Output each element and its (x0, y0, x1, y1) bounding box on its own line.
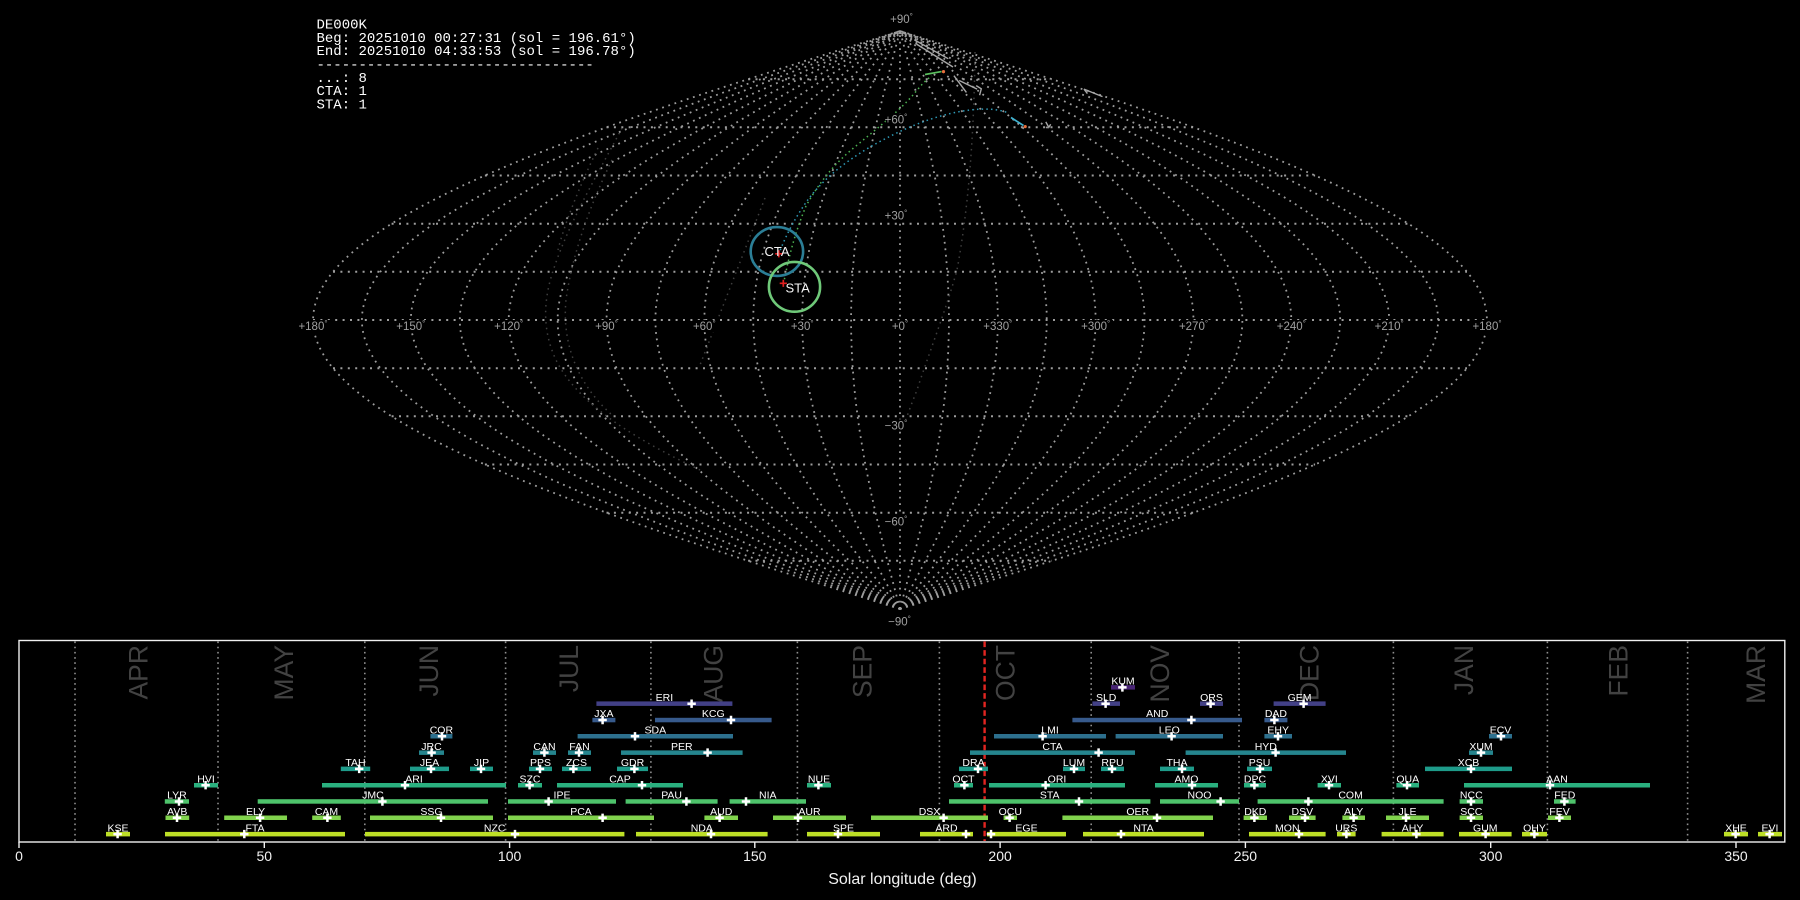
svg-text:TAH: TAH (345, 757, 365, 769)
svg-text:IPE: IPE (554, 790, 571, 802)
svg-text:150: 150 (743, 848, 767, 864)
svg-text:+270°: +270° (1179, 319, 1208, 333)
svg-text:NOO: NOO (1188, 790, 1212, 802)
svg-text:250: 250 (1234, 848, 1258, 864)
svg-text:JAN: JAN (1449, 645, 1479, 695)
svg-text:ZCS: ZCS (566, 757, 587, 769)
svg-text:FEB: FEB (1604, 645, 1634, 697)
svg-text:PCA: PCA (570, 806, 592, 818)
svg-text:+180°: +180° (298, 319, 327, 333)
svg-text:JUL: JUL (554, 645, 584, 692)
svg-text:ARD: ARD (935, 822, 958, 834)
svg-text:+210°: +210° (1375, 319, 1404, 333)
svg-text:MAR: MAR (1741, 645, 1771, 704)
svg-text:ARI: ARI (405, 773, 423, 785)
svg-text:200: 200 (988, 848, 1012, 864)
svg-text:GEM: GEM (1288, 692, 1312, 704)
svg-text:JXA: JXA (594, 708, 613, 720)
svg-text:MAY: MAY (269, 645, 299, 701)
svg-text:+180°: +180° (1472, 319, 1501, 333)
svg-text:GDR: GDR (621, 757, 645, 769)
svg-text:ORI: ORI (1048, 773, 1067, 785)
svg-text:STA: STA (1040, 790, 1060, 802)
svg-text:LYR: LYR (167, 790, 187, 802)
svg-text:−90°: −90° (888, 615, 911, 629)
svg-text:HYD: HYD (1255, 741, 1278, 753)
svg-text:DSX: DSX (919, 806, 941, 818)
svg-text:NTA: NTA (1133, 822, 1153, 834)
svg-text:JEA: JEA (420, 757, 439, 769)
svg-text:DAD: DAD (1265, 708, 1288, 720)
svg-text:+120°: +120° (494, 319, 523, 333)
svg-text:300: 300 (1479, 848, 1503, 864)
svg-text:JMC: JMC (362, 790, 384, 802)
svg-text:OCT: OCT (990, 645, 1020, 701)
svg-text:APR: APR (124, 645, 154, 700)
svg-text:FTA: FTA (245, 822, 264, 834)
svg-text:NIA: NIA (759, 790, 777, 802)
svg-text:+90°: +90° (595, 319, 618, 333)
svg-text:CTA: CTA (764, 244, 789, 259)
svg-text:+330°: +330° (983, 319, 1012, 333)
svg-text:DRA: DRA (962, 757, 984, 769)
svg-text:ERI: ERI (656, 692, 674, 704)
svg-text:NZC: NZC (484, 822, 506, 834)
svg-text:SDA: SDA (645, 725, 667, 737)
svg-text:SEP: SEP (848, 645, 878, 698)
svg-text:STA: STA (786, 280, 811, 295)
svg-text:KCG: KCG (702, 708, 725, 720)
svg-text:NDA: NDA (691, 822, 713, 834)
svg-text:+30°: +30° (885, 209, 908, 223)
svg-text:THA: THA (1167, 757, 1188, 769)
svg-text:OER: OER (1126, 806, 1149, 818)
svg-text:CAP: CAP (609, 773, 631, 785)
svg-text:+150°: +150° (396, 319, 425, 333)
svg-text:DSV: DSV (1292, 806, 1314, 818)
svg-text:STA: 1: STA: 1 (317, 98, 367, 114)
svg-text:AMO: AMO (1175, 773, 1199, 785)
svg-text:+60°: +60° (693, 319, 716, 333)
svg-text:+30°: +30° (791, 319, 814, 333)
svg-text:350: 350 (1724, 848, 1748, 864)
svg-text:SSG: SSG (420, 806, 442, 818)
svg-text:+90°: +90° (890, 12, 913, 26)
svg-text:AND: AND (1146, 708, 1169, 720)
svg-text:−60°: −60° (885, 515, 908, 529)
svg-text:50: 50 (257, 848, 273, 864)
svg-text:MON: MON (1275, 822, 1300, 834)
svg-text:AUR: AUR (798, 806, 821, 818)
svg-text:NOV: NOV (1145, 645, 1175, 703)
svg-text:EGE: EGE (1015, 822, 1037, 834)
svg-text:PAU: PAU (661, 790, 682, 802)
svg-text:LMI: LMI (1041, 725, 1059, 737)
svg-text:+300°: +300° (1081, 319, 1110, 333)
svg-text:+240°: +240° (1277, 319, 1306, 333)
svg-text:JLE: JLE (1398, 806, 1416, 818)
svg-text:100: 100 (498, 848, 522, 864)
svg-text:SPE: SPE (833, 822, 854, 834)
svg-text:+60°: +60° (885, 112, 908, 126)
svg-text:ELY: ELY (246, 806, 265, 818)
svg-text:−30°: −30° (885, 418, 908, 432)
svg-text:JUN: JUN (414, 645, 444, 697)
svg-text:0: 0 (15, 848, 23, 864)
svg-text:AUG: AUG (699, 645, 729, 702)
svg-text:COM: COM (1338, 790, 1363, 802)
svg-text:AUD: AUD (710, 806, 733, 818)
svg-text:LEO: LEO (1159, 725, 1180, 737)
svg-text:PER: PER (671, 741, 693, 753)
svg-text:XCB: XCB (1458, 757, 1480, 769)
svg-text:Solar longitude (deg): Solar longitude (deg) (828, 871, 977, 888)
svg-text:CTA: CTA (1042, 741, 1062, 753)
svg-text:AHY: AHY (1402, 822, 1424, 834)
